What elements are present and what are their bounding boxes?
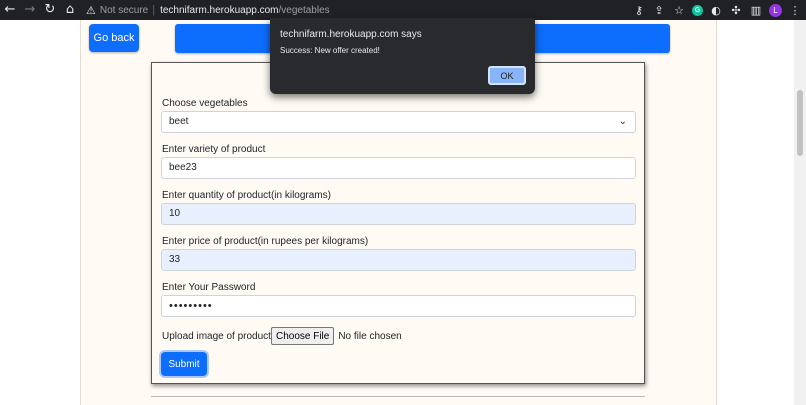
quantity-input[interactable]: 10 — [161, 203, 636, 225]
variety-label: Enter variety of product — [162, 144, 266, 155]
vegetable-select[interactable]: beet ⌄ — [161, 111, 636, 133]
upload-label: Upload image of product — [162, 330, 271, 342]
warning-icon: ⚠ — [86, 3, 96, 17]
ok-button[interactable]: OK — [488, 66, 526, 85]
star-icon[interactable]: ☆ — [672, 4, 686, 17]
vegetable-selected-value: beet — [169, 116, 189, 127]
dialog-message: Success: New offer created! — [280, 46, 380, 55]
url-path: /vegetables — [278, 4, 330, 16]
scrollbar-thumb[interactable] — [797, 90, 803, 156]
reload-icon[interactable]: ↻ — [40, 0, 60, 20]
address-bar[interactable]: ⚠ Not secure | technifarm.herokuapp.com /… — [86, 0, 330, 20]
home-icon[interactable]: ⌂ — [60, 0, 80, 20]
alert-dialog: technifarm.herokuapp.com says Success: N… — [270, 18, 535, 94]
browser-toolbar: ← → ↻ ⌂ ⚠ Not secure | technifarm.heroku… — [0, 0, 806, 20]
security-status: Not secure — [99, 4, 149, 16]
extension-circle-icon[interactable]: ◐ — [709, 4, 723, 17]
puzzle-icon[interactable]: ✣ — [729, 4, 743, 17]
upload-row: Upload image of product Choose File No f… — [162, 327, 402, 345]
quantity-label: Enter quantity of product(in kilograms) — [162, 190, 331, 201]
offer-form: Choose vegetables beet ⌄ Enter variety o… — [151, 62, 645, 384]
price-input[interactable]: 33 — [161, 249, 636, 271]
share-icon[interactable]: ⇪ — [652, 4, 666, 17]
back-arrow-icon[interactable]: ← — [0, 0, 20, 20]
chevron-down-icon: ⌄ — [618, 116, 627, 127]
menu-kebab-icon[interactable]: ⋮ — [788, 4, 802, 17]
browser-actions: ⚷ ⇪ ☆ G ◐ ✣ ▥ L ⋮ — [632, 0, 802, 20]
forward-arrow-icon[interactable]: → — [20, 0, 40, 20]
dialog-title: technifarm.herokuapp.com says — [280, 29, 422, 40]
sidebar-icon[interactable]: ▥ — [749, 4, 763, 17]
no-file-status: No file chosen — [338, 330, 402, 342]
url-host: technifarm.herokuapp.com — [160, 4, 279, 16]
variety-input[interactable]: bee23 — [161, 157, 636, 179]
next-section-border — [151, 396, 645, 397]
key-icon[interactable]: ⚷ — [632, 4, 646, 17]
password-input[interactable]: ••••••••• — [161, 295, 636, 317]
page-scrollbar[interactable] — [794, 20, 806, 405]
grammarly-extension-icon[interactable]: G — [692, 4, 703, 16]
profile-avatar[interactable]: L — [769, 3, 782, 17]
choose-file-button[interactable]: Choose File — [270, 327, 335, 345]
submit-button[interactable]: Submit — [161, 352, 207, 376]
go-back-button[interactable]: Go back — [89, 24, 139, 52]
vegetable-label: Choose vegetables — [162, 98, 248, 109]
password-label: Enter Your Password — [162, 282, 256, 293]
address-separator: | — [152, 4, 156, 16]
price-label: Enter price of product(in rupees per kil… — [162, 236, 369, 247]
